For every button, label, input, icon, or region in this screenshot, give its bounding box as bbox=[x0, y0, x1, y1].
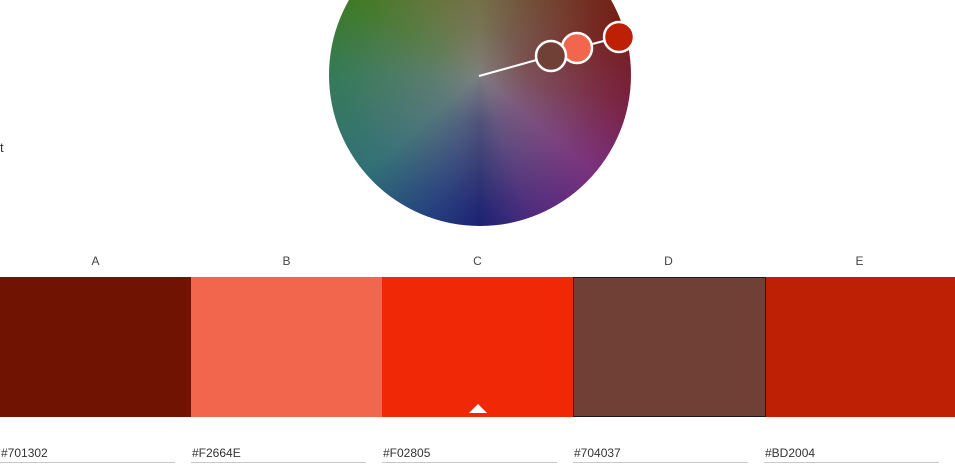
wheel-handle-e[interactable] bbox=[602, 20, 636, 54]
color-wheel-editor: t A B C D E bbox=[0, 0, 955, 467]
hex-input-e[interactable] bbox=[764, 441, 939, 463]
color-swatch-c[interactable] bbox=[382, 277, 573, 417]
side-panel-text-fragment: t bbox=[0, 140, 4, 155]
hex-input-d[interactable] bbox=[573, 441, 748, 463]
color-swatch-e[interactable] bbox=[766, 277, 955, 417]
color-swatch-d[interactable] bbox=[573, 277, 766, 417]
swatch-label-b: B bbox=[282, 254, 291, 268]
hex-input-a[interactable] bbox=[0, 441, 175, 463]
color-swatch-a[interactable] bbox=[0, 277, 191, 417]
color-wheel-overlay bbox=[478, 20, 636, 77]
selected-swatch-indicator bbox=[468, 404, 487, 413]
swatch-label-a: A bbox=[91, 254, 100, 268]
hex-input-b[interactable] bbox=[191, 441, 366, 463]
color-wheel[interactable] bbox=[329, 0, 636, 226]
color-swatch-b[interactable] bbox=[191, 277, 382, 417]
swatch-label-d: D bbox=[664, 254, 673, 268]
swatch-label-c: C bbox=[473, 254, 482, 268]
wheel-handle-d[interactable] bbox=[534, 39, 568, 73]
swatch-label-e: E bbox=[855, 254, 864, 268]
hex-input-c[interactable] bbox=[382, 441, 557, 463]
